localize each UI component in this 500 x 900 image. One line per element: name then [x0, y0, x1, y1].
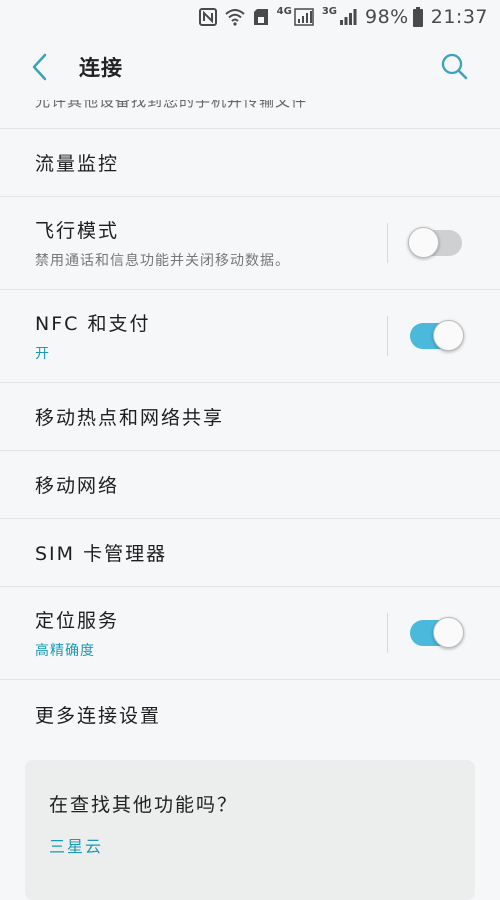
- card-title: 在查找其他功能吗？: [49, 794, 239, 816]
- list-item-mobile-network[interactable]: 移动网络: [0, 451, 500, 519]
- toggle-knob: [408, 227, 439, 258]
- list-item-subtitle: 禁用通话和信息功能并关闭移动数据。: [35, 253, 290, 269]
- partial-item-text: 允许其他设备找到您的手机并传输文件: [35, 100, 308, 110]
- list-item-location[interactable]: 定位服务 高精确度: [0, 587, 500, 680]
- battery-percent: 98%: [365, 6, 409, 28]
- nfc-toggle[interactable]: [410, 320, 464, 351]
- list-item-title: 定位服务: [35, 610, 120, 632]
- app-header: 连接: [0, 34, 500, 100]
- status-bar: 4G 3G 98% 21:37: [0, 0, 500, 34]
- settings-list: 允许其他设备找到您的手机并传输文件 流量监控 飞行模式 禁用通话和信息功能并关闭…: [0, 100, 500, 748]
- list-item-data-usage[interactable]: 流量监控: [0, 129, 500, 197]
- search-icon: [441, 53, 468, 80]
- nfc-icon: [198, 7, 217, 27]
- page-title: 连接: [79, 56, 123, 80]
- list-item-nfc-payment[interactable]: NFC 和支付 开: [0, 290, 500, 383]
- list-item-subtitle: 开: [35, 346, 50, 362]
- network-3g-label: 3G: [321, 5, 337, 17]
- wifi-icon: [224, 7, 245, 27]
- signal-3g-icon: [339, 7, 357, 27]
- list-item-hotspot-tethering[interactable]: 移动热点和网络共享: [0, 383, 500, 451]
- chevron-left-icon: [32, 53, 47, 81]
- back-button[interactable]: [25, 47, 53, 87]
- suggestion-card: 在查找其他功能吗？ 三星云: [25, 760, 475, 900]
- list-item-sim-manager[interactable]: SIM 卡管理器: [0, 519, 500, 587]
- clock: 21:37: [430, 6, 488, 28]
- list-item-title: 飞行模式: [35, 220, 120, 242]
- list-item-partial[interactable]: 允许其他设备找到您的手机并传输文件: [0, 100, 500, 129]
- list-item-title: 移动热点和网络共享: [35, 407, 225, 429]
- toggle-knob: [433, 320, 464, 351]
- list-item-title: NFC 和支付: [35, 313, 151, 335]
- battery-icon: [412, 7, 423, 27]
- list-item-title: SIM 卡管理器: [35, 543, 168, 565]
- vertical-divider: [387, 223, 388, 263]
- list-item-title: 流量监控: [35, 153, 120, 175]
- sd-card-icon: [253, 7, 269, 27]
- signal-4g-icon: [294, 7, 314, 27]
- samsung-cloud-link[interactable]: 三星云: [49, 833, 103, 857]
- list-item-more-connection-settings[interactable]: 更多连接设置: [0, 680, 500, 748]
- list-item-title: 更多连接设置: [35, 704, 162, 727]
- toggle-knob: [433, 617, 464, 648]
- list-item-airplane-mode[interactable]: 飞行模式 禁用通话和信息功能并关闭移动数据。: [0, 197, 500, 290]
- airplane-mode-toggle[interactable]: [408, 227, 462, 258]
- list-item-subtitle: 高精确度: [35, 643, 95, 659]
- location-toggle[interactable]: [410, 617, 464, 648]
- vertical-divider: [387, 316, 388, 356]
- list-item-title: 移动网络: [35, 475, 120, 497]
- search-button[interactable]: [438, 50, 470, 82]
- network-4g-label: 4G: [276, 5, 292, 17]
- vertical-divider: [387, 613, 388, 653]
